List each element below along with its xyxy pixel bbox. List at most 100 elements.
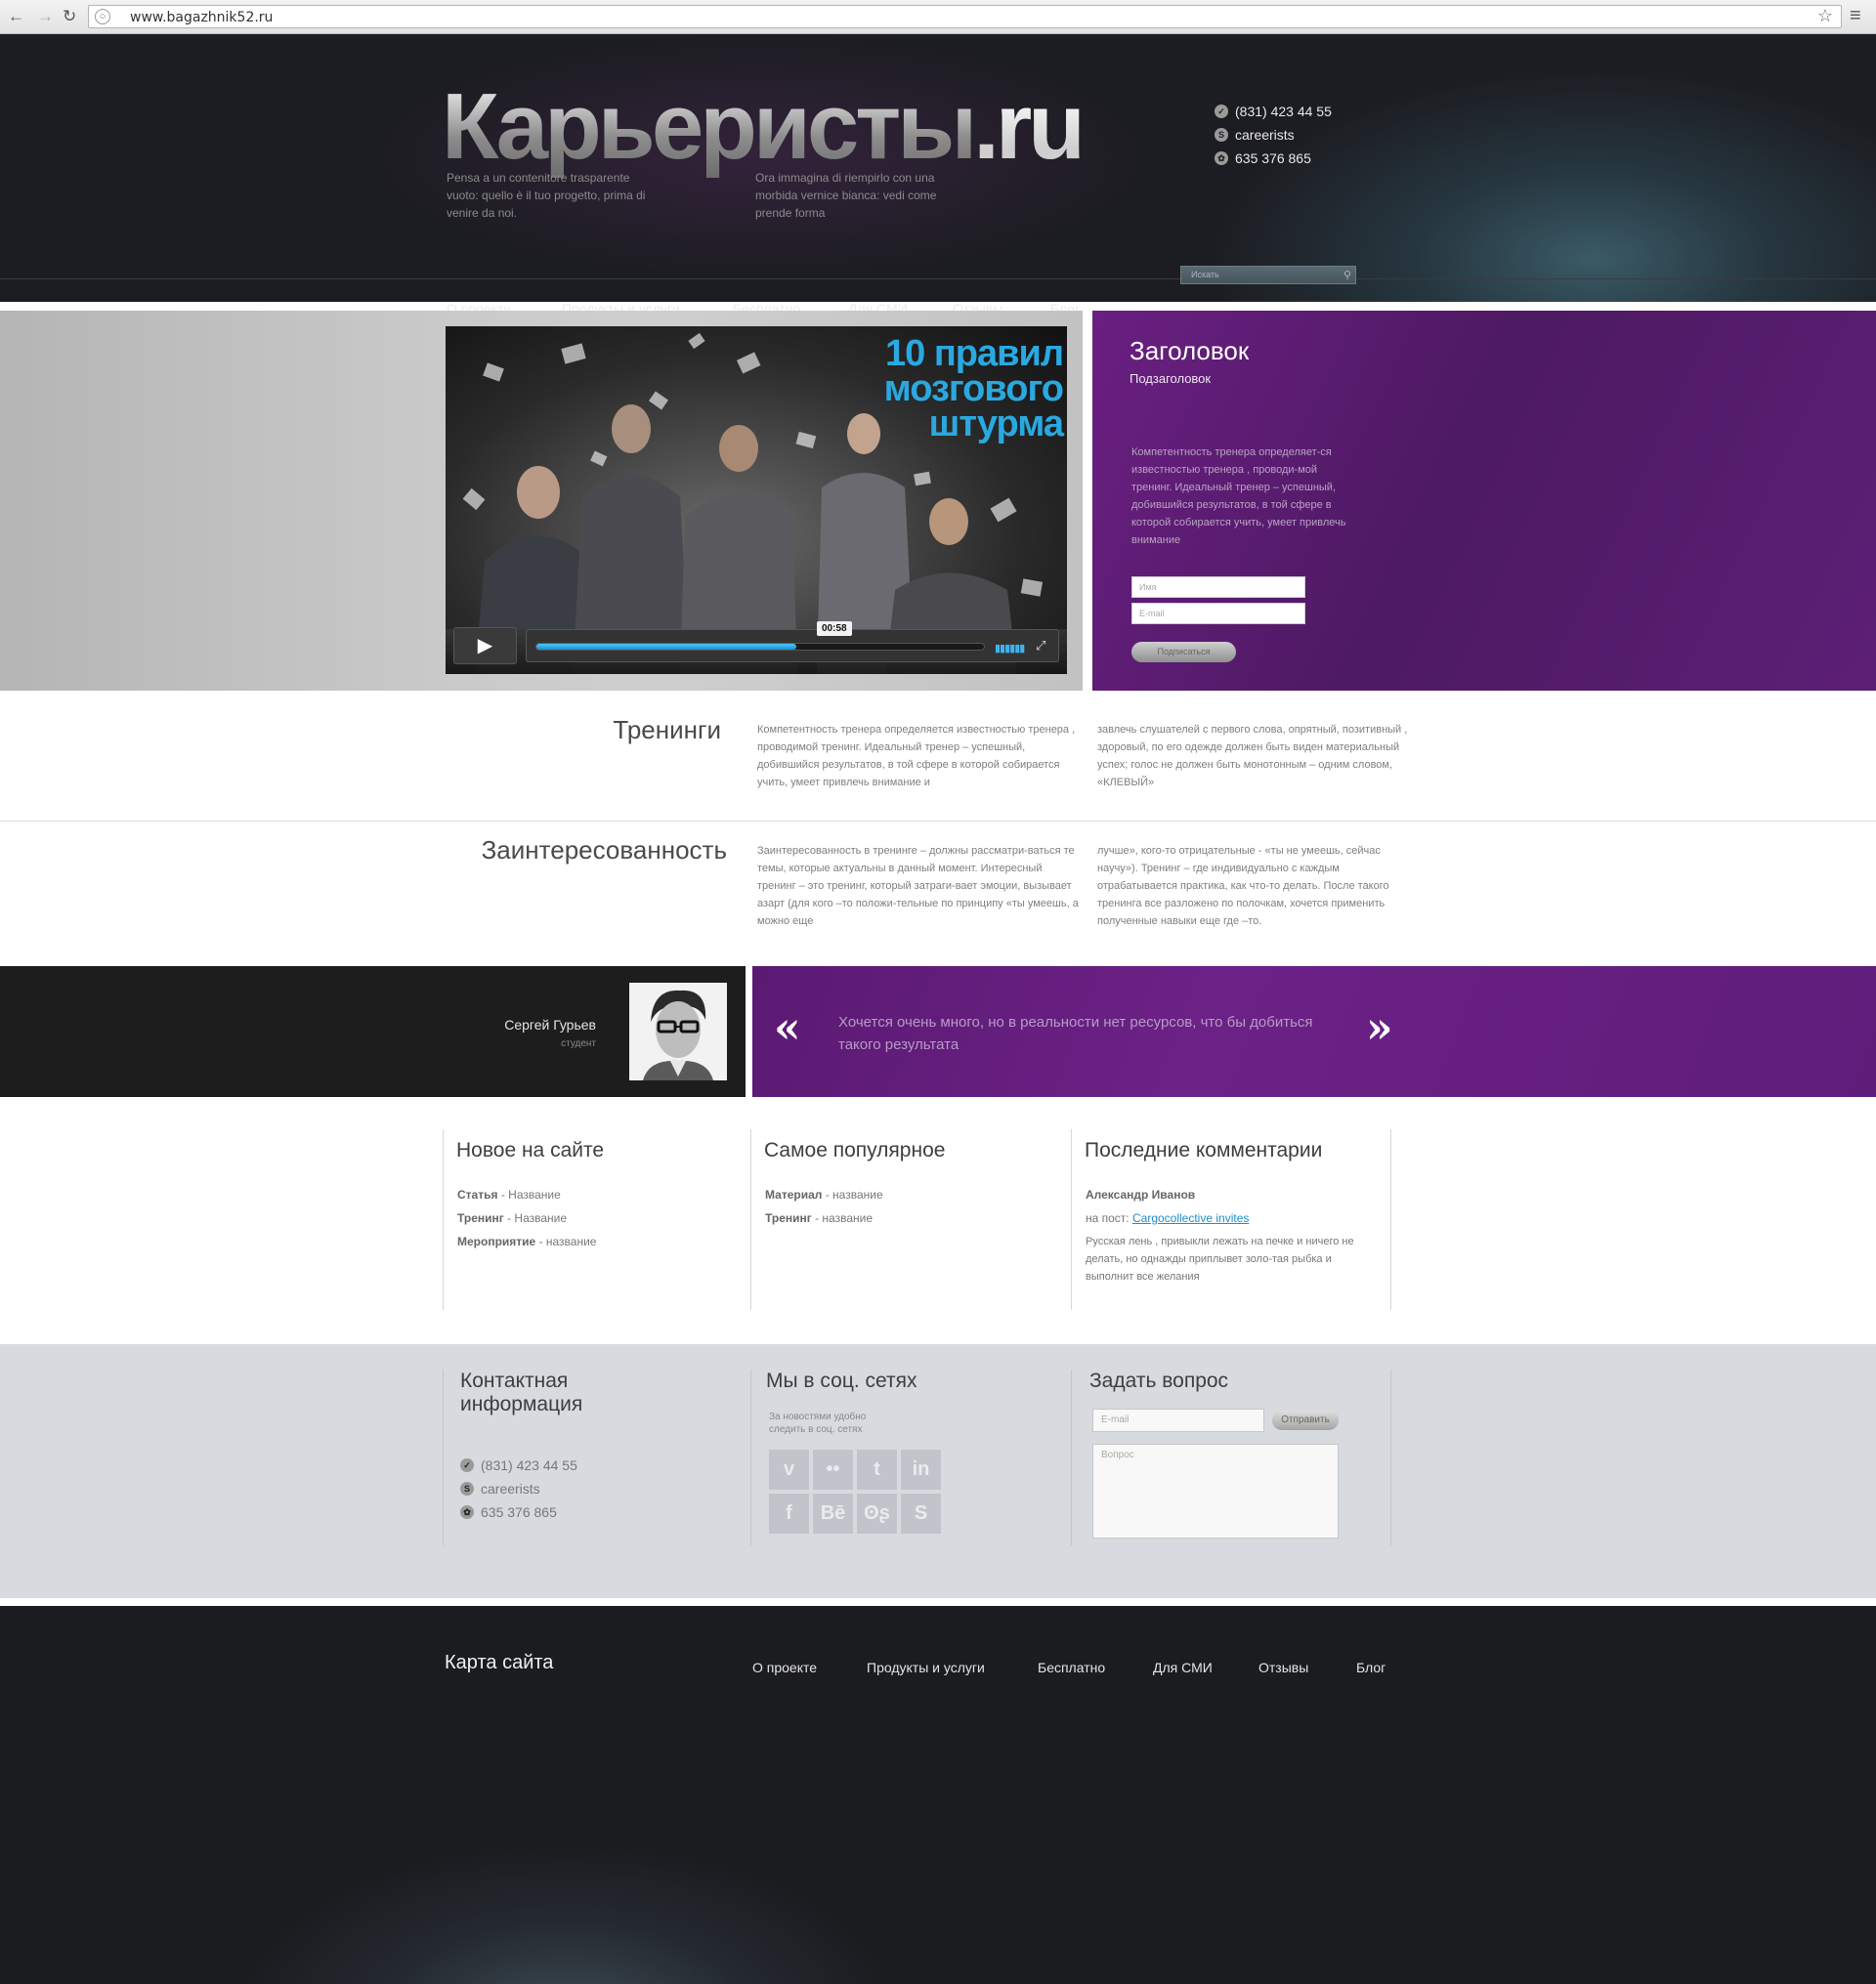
- avatar-photo: [629, 983, 727, 1080]
- volume-icon[interactable]: ▮▮▮▮▮▮: [995, 642, 1025, 654]
- question-textarea[interactable]: Вопрос: [1092, 1444, 1339, 1539]
- widget-new: Новое на сайте Статья - Название Тренинг…: [443, 1129, 750, 1310]
- testimonial-name: Сергей Гурьев: [504, 1017, 596, 1033]
- send-button[interactable]: Отправить: [1272, 1411, 1339, 1430]
- sitemap-title: Карта сайта: [445, 1652, 554, 1673]
- list-item[interactable]: Мероприятие - название: [457, 1230, 596, 1253]
- skype-icon: S: [460, 1482, 474, 1496]
- back-icon[interactable]: ←: [8, 7, 24, 26]
- url-text[interactable]: www.bagazhnik52.ru: [130, 10, 273, 25]
- footer-nav-products[interactable]: Продукты и услуги: [867, 1660, 985, 1675]
- browser-toolbar: ← → ↻ ○ www.bagazhnik52.ru ☆ ≡: [0, 0, 1876, 34]
- social-text: За новостями удобно следить в соц. сетях: [769, 1412, 867, 1435]
- comment-post-link[interactable]: Cargocollective invites: [1132, 1211, 1249, 1225]
- twitter-icon[interactable]: t: [857, 1450, 897, 1490]
- linkedin-icon[interactable]: in: [901, 1450, 941, 1490]
- forward-icon[interactable]: →: [37, 7, 54, 26]
- list-item[interactable]: Материал - название: [765, 1183, 883, 1206]
- footer-nav-reviews[interactable]: Отзывы: [1258, 1660, 1308, 1675]
- name-field[interactable]: Имя: [1131, 576, 1305, 598]
- skype-icon: S: [1215, 128, 1228, 142]
- site-header: Карьеристы.ru Pensa a un contenitore tra…: [0, 34, 1876, 317]
- search-icon[interactable]: ⚲: [1343, 269, 1351, 281]
- phone-icon: ✓: [460, 1458, 474, 1472]
- wrench-menu-icon[interactable]: ≡: [1850, 5, 1861, 27]
- header-icq: 635 376 865: [1235, 150, 1311, 166]
- next-testimonial-arrow[interactable]: »: [1366, 1003, 1393, 1053]
- video-player[interactable]: 10 правил мозгового штурма ▶ 00:58 ▮▮▮▮▮…: [446, 326, 1067, 674]
- comment-author[interactable]: Александр Иванов: [1086, 1188, 1195, 1202]
- play-button[interactable]: ▶: [453, 627, 517, 664]
- address-bar[interactable]: ○ www.bagazhnik52.ru ☆: [88, 5, 1842, 28]
- flickr-icon[interactable]: ••: [813, 1450, 853, 1490]
- list-item[interactable]: Тренинг - название: [765, 1206, 883, 1230]
- tagline-2: Ora immagina di riempirlo con una morbid…: [755, 171, 937, 220]
- widget-popular-list: Материал - название Тренинг - название: [765, 1183, 883, 1230]
- list-item[interactable]: Статья - Название: [457, 1183, 596, 1206]
- behance-icon[interactable]: Bē: [813, 1494, 853, 1534]
- subscribe-button[interactable]: Подписаться: [1131, 642, 1236, 662]
- widget-popular-title: Самое популярное: [764, 1139, 946, 1161]
- subscribe-text: Компетентность тренера определяет-ся изв…: [1131, 446, 1346, 546]
- search-input[interactable]: Искать ⚲: [1180, 266, 1356, 284]
- trainings-title: Тренинги: [613, 715, 721, 744]
- lastfm-icon[interactable]: ʘʂ: [857, 1494, 897, 1534]
- widget-new-list: Статья - Название Тренинг - Название Мер…: [457, 1183, 596, 1253]
- header-phone: (831) 423 44 55: [1235, 104, 1332, 119]
- contact-skype: careerists: [481, 1481, 540, 1497]
- testimonial-quote: Хочется очень много, но в реальности нет…: [838, 1014, 1313, 1053]
- icq-icon: ✿: [460, 1505, 474, 1519]
- widgets-section: Новое на сайте Статья - Название Тренинг…: [0, 1097, 1876, 1344]
- facebook-icon[interactable]: f: [769, 1494, 809, 1534]
- interest-col-1: Заинтересованность в тренинге – должны р…: [757, 845, 1079, 927]
- reload-icon[interactable]: ↻: [63, 7, 76, 26]
- trainings-col-2: завлечь слушателей с первого слова, опря…: [1097, 724, 1408, 788]
- widget-popular: Самое популярное Материал - название Тре…: [750, 1129, 1071, 1310]
- video-timeline[interactable]: 00:58 ▮▮▮▮▮▮ ⤢: [526, 621, 1059, 662]
- widget-new-title: Новое на сайте: [456, 1139, 605, 1161]
- skype-social-icon[interactable]: S: [901, 1494, 941, 1534]
- header-skype: careerists: [1235, 127, 1295, 143]
- bookmark-star-icon[interactable]: ☆: [1817, 6, 1833, 26]
- site-footer: Карта сайта О проекте Продукты и услуги …: [0, 1606, 1876, 1984]
- footer-nav-media[interactable]: Для СМИ: [1153, 1660, 1213, 1675]
- footer-nav-free[interactable]: Бесплатно: [1038, 1660, 1105, 1675]
- email-field[interactable]: E-mail: [1131, 603, 1305, 624]
- prev-testimonial-arrow[interactable]: «: [774, 1003, 801, 1053]
- contact-phone: (831) 423 44 55: [481, 1457, 577, 1473]
- vimeo-icon[interactable]: v: [769, 1450, 809, 1490]
- trainings-section: Тренинги Компетентность тренера определя…: [0, 691, 1876, 821]
- widget-comments: Последние комментарии Александр Иванов н…: [1071, 1129, 1391, 1310]
- fullscreen-icon[interactable]: ⤢: [1036, 638, 1045, 654]
- footer-nav-about[interactable]: О проекте: [752, 1660, 817, 1675]
- progress-bar[interactable]: [535, 643, 985, 651]
- play-icon: ▶: [477, 635, 493, 656]
- trainings-col-1: Компетентность тренера определяется изве…: [757, 724, 1076, 788]
- icq-icon: ✿: [1215, 151, 1228, 165]
- contact-info: Контактная информация ✓ (831) 423 44 55 Sc…: [443, 1370, 750, 1545]
- avatar: [629, 983, 727, 1080]
- header-contacts: ✓ (831) 423 44 55 Scareerists ✿ 635 376 86…: [1215, 100, 1332, 170]
- social-block: Мы в соц. сетях За новостями удобно следи…: [750, 1370, 1071, 1545]
- list-item[interactable]: Тренинг - Название: [457, 1206, 596, 1230]
- contact-title: Контактная информация: [460, 1370, 583, 1415]
- contact-section: Контактная информация ✓ (831) 423 44 55 Sc…: [0, 1344, 1876, 1598]
- widget-comments-body: Александр Иванов на пост: Cargocollectiv…: [1086, 1183, 1379, 1286]
- search-placeholder: Искать: [1191, 270, 1219, 279]
- ask-email-field[interactable]: E-mail: [1092, 1409, 1264, 1432]
- social-title: Мы в соц. сетях: [766, 1370, 917, 1392]
- subscribe-panel: Заголовок Подзаголовок Компетентность тр…: [1092, 311, 1876, 691]
- testimonial-author: Сергей Гурьев студент: [0, 966, 746, 1097]
- globe-icon: ○: [95, 9, 110, 24]
- subscribe-subtitle: Подзаголовок: [1130, 371, 1212, 386]
- tagline-1: Pensa a un contenitore trasparente vuoto…: [447, 171, 646, 220]
- interest-col-2: лучше», кого-то отрицательные - «ты не у…: [1097, 845, 1389, 927]
- logo-tld: .ru: [973, 74, 1086, 179]
- interest-title: Заинтересованность: [481, 835, 727, 865]
- video-controls: ▶ 00:58 ▮▮▮▮▮▮ ⤢: [446, 621, 1067, 674]
- site-logo[interactable]: Карьеристы.ru: [442, 73, 1086, 181]
- time-tooltip: 00:58: [817, 621, 852, 636]
- subscribe-title: Заголовок: [1130, 336, 1250, 365]
- footer-nav-blog[interactable]: Блог: [1356, 1660, 1386, 1675]
- contact-icq: 635 376 865: [481, 1504, 557, 1520]
